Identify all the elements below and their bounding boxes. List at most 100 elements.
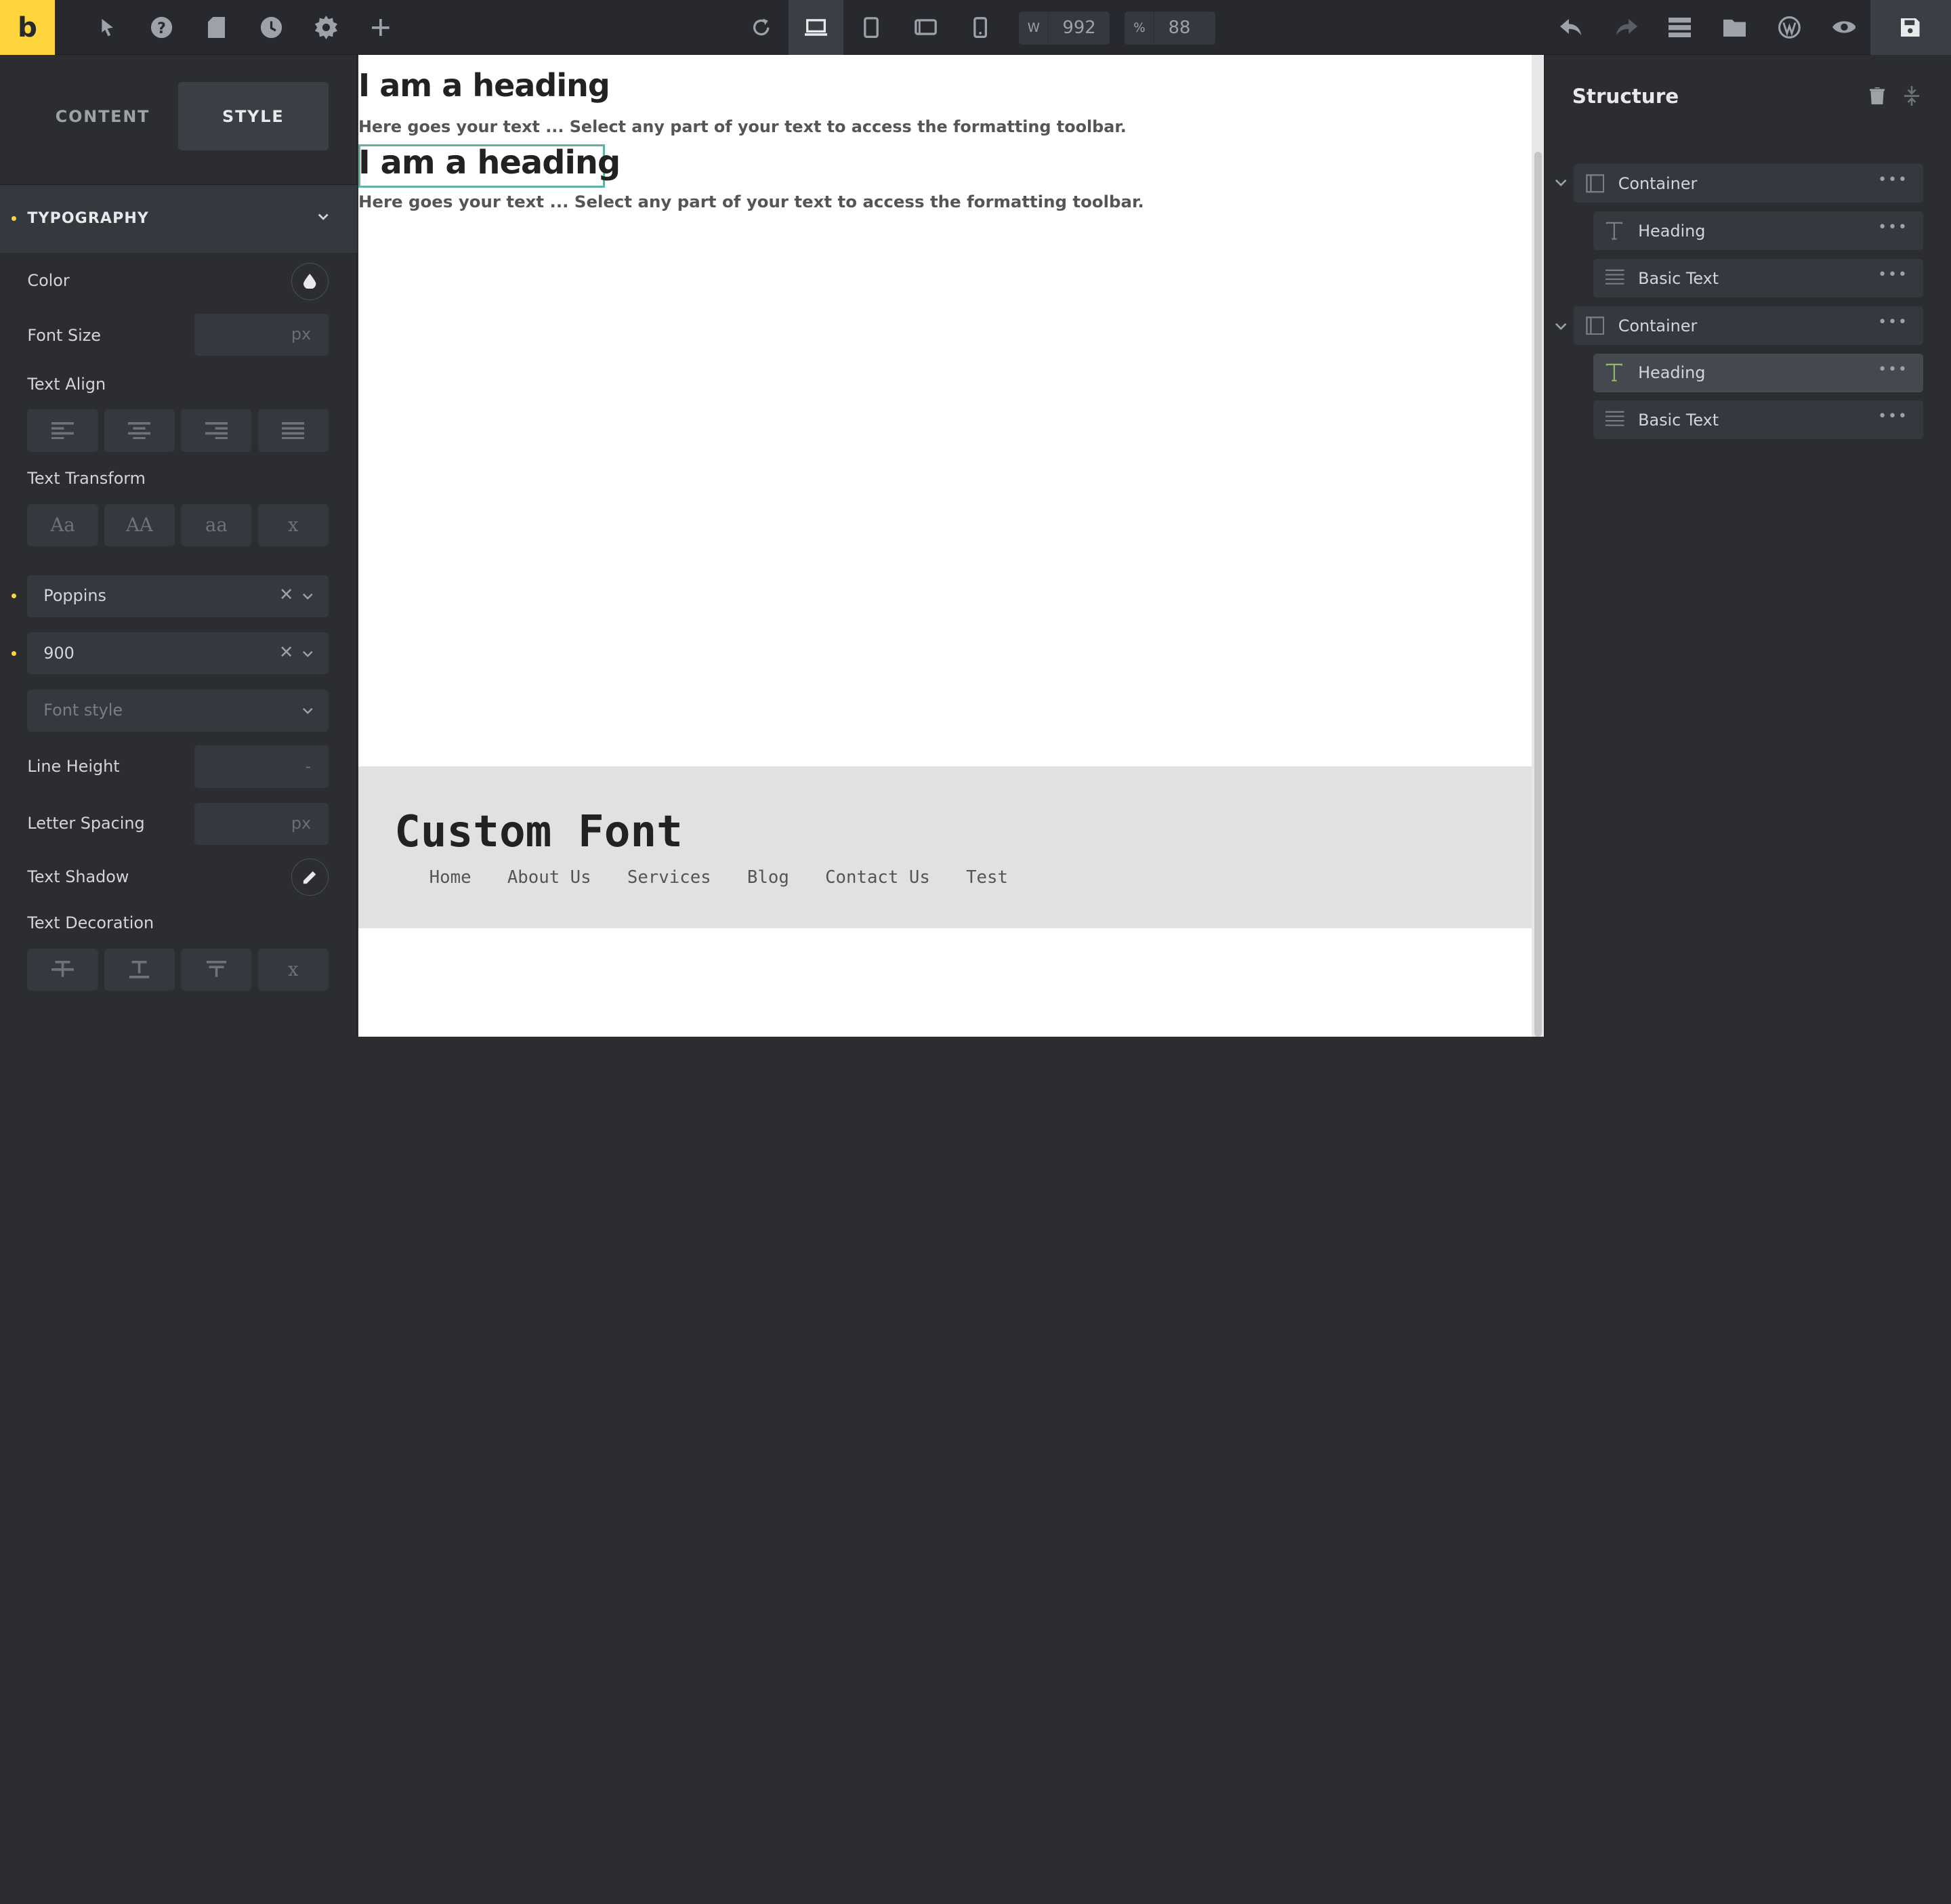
font-size-label: Font Size (27, 326, 101, 346)
overline-button[interactable] (181, 948, 252, 991)
nav-link-test[interactable]: Test (966, 867, 1008, 888)
chevron-down-icon (303, 594, 313, 600)
selected-heading-element[interactable]: I am a heading (358, 144, 621, 182)
basic-text-element[interactable]: Here goes your text ... Select any part … (358, 192, 1144, 211)
font-style-select[interactable]: Font style (27, 689, 329, 732)
width-label: W (1019, 11, 1049, 45)
typography-section-header[interactable]: TYPOGRAPHY (0, 184, 358, 253)
pointer-icon[interactable] (80, 0, 135, 55)
desktop-breakpoint-icon[interactable] (789, 0, 844, 55)
letter-spacing-input[interactable]: px (194, 802, 329, 846)
tablet-portrait-icon[interactable] (843, 0, 898, 55)
structure-node-heading-active[interactable]: Heading ••• (1593, 353, 1923, 392)
text-transform-label: Text Transform (27, 469, 146, 489)
preview-canvas: I am a heading Here goes your text ... S… (358, 54, 1532, 1037)
zoom-input[interactable]: % 88 (1125, 11, 1216, 45)
zoom-label: % (1125, 11, 1155, 45)
font-weight-select[interactable]: 900 ✕ (27, 632, 329, 675)
nav-link-contact[interactable]: Contact Us (825, 867, 930, 888)
more-options-icon[interactable]: ••• (1878, 408, 1908, 425)
font-style-placeholder: Font style (43, 701, 123, 720)
structure-node-basic-text[interactable]: Basic Text ••• (1593, 259, 1923, 297)
save-icon[interactable] (1870, 0, 1951, 55)
chevron-down-icon[interactable] (1555, 179, 1567, 188)
chevron-down-icon[interactable] (1555, 323, 1567, 331)
canvas-scrollbar-thumb[interactable] (1534, 152, 1542, 1037)
more-options-icon[interactable]: ••• (1878, 219, 1908, 236)
tab-content[interactable]: CONTENT (27, 82, 177, 150)
text-decoration-group: x (27, 948, 329, 991)
width-value[interactable]: 992 (1049, 18, 1096, 38)
settings-gear-icon[interactable] (299, 0, 354, 55)
page-icon[interactable] (189, 0, 244, 55)
panel-tabs: CONTENT STYLE (27, 82, 329, 151)
structure-node-container[interactable]: Container ••• (1573, 306, 1923, 345)
preview-eye-icon[interactable] (1817, 0, 1872, 55)
container-icon (1586, 316, 1605, 335)
more-options-icon[interactable]: ••• (1878, 266, 1908, 283)
font-family-select[interactable]: Poppins ✕ (27, 575, 329, 617)
history-icon[interactable] (244, 0, 299, 55)
lowercase-button[interactable]: aa (181, 503, 252, 547)
heading-icon (1606, 222, 1623, 240)
align-justify-button[interactable] (257, 409, 329, 452)
font-size-unit: px (291, 325, 312, 344)
zoom-value[interactable]: 88 (1154, 18, 1191, 38)
strikethrough-button[interactable] (27, 948, 98, 991)
more-options-icon[interactable]: ••• (1878, 314, 1908, 331)
nav-link-blog[interactable]: Blog (747, 867, 789, 888)
heading-element[interactable]: I am a heading (358, 67, 610, 104)
folder-icon[interactable] (1707, 0, 1762, 55)
bricks-logo[interactable]: b (0, 0, 55, 55)
decoration-none-button[interactable]: x (257, 948, 329, 991)
templates-icon[interactable] (1652, 0, 1707, 55)
nav-link-home[interactable]: Home (429, 867, 471, 888)
letter-spacing-label: Letter Spacing (27, 814, 145, 833)
nav-link-services[interactable]: Services (627, 867, 711, 888)
structure-node-heading[interactable]: Heading ••• (1593, 211, 1923, 251)
clear-icon[interactable]: ✕ (279, 585, 294, 605)
clear-icon[interactable]: ✕ (279, 642, 294, 663)
capitalize-button[interactable]: Aa (27, 503, 98, 547)
structure-panel: Structure Container ••• Heading ••• Basi… (1544, 54, 1951, 1037)
more-options-icon[interactable]: ••• (1878, 361, 1908, 378)
line-height-label: Line Height (27, 756, 120, 776)
more-options-icon[interactable]: ••• (1878, 171, 1908, 188)
underline-button[interactable] (104, 948, 175, 991)
align-left-button[interactable] (27, 409, 98, 452)
collapse-all-icon[interactable] (1904, 85, 1920, 106)
uppercase-button[interactable]: AA (104, 503, 175, 547)
mobile-icon[interactable] (953, 0, 1008, 55)
nav-link-about[interactable]: About Us (507, 867, 591, 888)
structure-node-basic-text[interactable]: Basic Text ••• (1593, 400, 1923, 440)
tab-style[interactable]: STYLE (177, 82, 329, 151)
trash-icon[interactable] (1869, 87, 1885, 105)
redo-icon[interactable] (1599, 0, 1654, 55)
structure-node-container[interactable]: Container ••• (1573, 164, 1923, 203)
color-picker-button[interactable] (291, 262, 329, 300)
undo-icon[interactable] (1544, 0, 1599, 55)
wordpress-icon[interactable] (1762, 0, 1817, 55)
font-weight-value: 900 (43, 643, 75, 663)
align-right-button[interactable] (181, 409, 252, 452)
text-decoration-label: Text Decoration (27, 913, 154, 933)
text-align-label: Text Align (27, 374, 106, 394)
modified-indicator (11, 594, 16, 599)
line-height-input[interactable]: - (194, 745, 329, 788)
container-icon (1586, 174, 1605, 193)
reload-icon[interactable] (734, 0, 789, 55)
align-left-icon (51, 421, 75, 440)
color-label: Color (27, 271, 70, 291)
modified-indicator (11, 650, 16, 656)
help-icon[interactable]: ? (134, 0, 189, 55)
font-size-input[interactable]: px (194, 313, 329, 356)
add-element-icon[interactable] (354, 0, 408, 55)
basic-text-element[interactable]: Here goes your text ... Select any part … (358, 117, 1127, 136)
footer-nav: Home About Us Services Blog Contact Us T… (429, 867, 1008, 888)
top-toolbar: b ? W 992 % 88 (0, 0, 1951, 55)
text-shadow-edit-button[interactable] (291, 858, 329, 896)
transform-none-button[interactable]: x (257, 503, 329, 547)
tablet-landscape-icon[interactable] (898, 0, 953, 55)
width-input[interactable]: W 992 (1019, 11, 1110, 45)
align-center-button[interactable] (104, 409, 175, 452)
